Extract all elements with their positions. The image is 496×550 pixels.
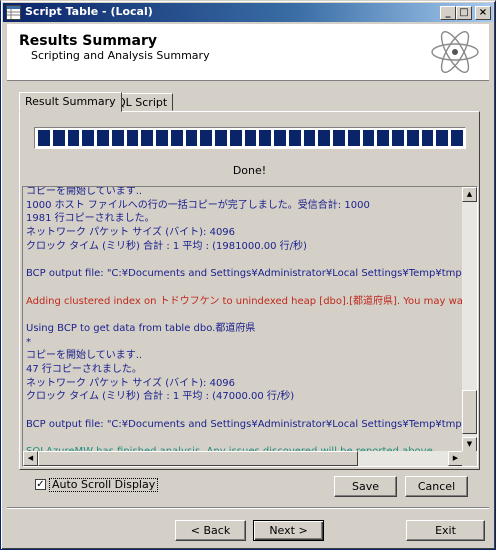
save-button[interactable]: Save bbox=[334, 476, 397, 497]
scroll-up-button[interactable]: ▲ bbox=[462, 187, 477, 202]
page-subtitle: Scripting and Analysis Summary bbox=[31, 49, 210, 62]
close-button[interactable]: × bbox=[475, 6, 491, 20]
log-line: 47 行コピーされました。 bbox=[26, 363, 142, 375]
title-bar[interactable]: Script Table - (Local) _ □ × bbox=[3, 3, 493, 22]
scroll-left-button[interactable]: ◀ bbox=[23, 451, 38, 466]
window-title: Script Table - (Local) bbox=[25, 5, 153, 18]
progress-segment bbox=[244, 130, 257, 146]
progress-segment bbox=[52, 130, 65, 146]
progress-segment bbox=[377, 130, 390, 146]
log-line: Using BCP to get data from table dbo.都道府… bbox=[26, 322, 256, 334]
scrollbar-corner bbox=[462, 451, 477, 466]
auto-scroll-checkbox[interactable]: ✓ bbox=[35, 479, 46, 490]
log-line: ネットワーク パケット サイズ (バイト): 4096 bbox=[26, 227, 236, 239]
horizontal-scrollbar[interactable]: ◀ ▶ bbox=[23, 451, 463, 466]
progress-segment bbox=[318, 130, 331, 146]
results-tabs: Result Summary SQL Script Done! コピーを開始して… bbox=[19, 92, 480, 470]
log-line: ネットワーク パケット サイズ (バイト): 4096 bbox=[26, 377, 236, 389]
horizontal-scroll-thumb[interactable] bbox=[38, 451, 358, 466]
progress-segment bbox=[170, 130, 183, 146]
log-line: クロック タイム (ミリ秒) 合計 : 1 平均 : (1981000.00 行… bbox=[26, 240, 307, 252]
auto-scroll-label[interactable]: Auto Scroll Display bbox=[49, 478, 159, 492]
progress-segment bbox=[229, 130, 242, 146]
progress-segment bbox=[303, 130, 316, 146]
progress-segment bbox=[362, 130, 375, 146]
log-text-area[interactable]: コピーを開始しています.. 1000 ホスト ファイルへの行の一括コピーが完了しま… bbox=[26, 186, 464, 451]
log-line: 1000 ホスト ファイルへの行の一括コピーが完了しました。受信合計: 1000 bbox=[26, 199, 370, 211]
progress-segment bbox=[67, 130, 80, 146]
log-line: BCP output file: "C:¥Documents and Setti… bbox=[26, 418, 464, 430]
app-icon bbox=[6, 5, 21, 20]
log-line: * bbox=[26, 336, 31, 348]
log-line: コピーを開始しています.. bbox=[26, 186, 143, 197]
log-line: クロック タイム (ミリ秒) 合計 : 1 平均 : (47000.00 行/秒… bbox=[26, 391, 295, 403]
progress-segment bbox=[436, 130, 449, 146]
back-button[interactable]: < Back bbox=[175, 520, 246, 541]
progress-segment bbox=[200, 130, 213, 146]
maximize-button[interactable]: □ bbox=[456, 6, 472, 20]
progress-segment bbox=[185, 130, 198, 146]
progress-segment bbox=[288, 130, 301, 146]
progress-segment bbox=[215, 130, 227, 146]
progress-segment bbox=[451, 130, 463, 146]
progress-segment bbox=[406, 130, 419, 146]
progress-bar bbox=[34, 127, 466, 149]
page-title: Results Summary bbox=[19, 33, 157, 49]
progress-segment bbox=[111, 130, 124, 146]
atom-logo-icon bbox=[431, 30, 479, 74]
progress-segment bbox=[421, 130, 434, 146]
vertical-scrollbar[interactable]: ▲ ▼ bbox=[462, 187, 477, 452]
next-button[interactable]: Next > bbox=[253, 520, 324, 541]
vertical-scroll-thumb[interactable] bbox=[462, 390, 477, 434]
progress-segment bbox=[259, 130, 272, 146]
log-line: 1981 行コピーされました。 bbox=[26, 213, 155, 225]
scroll-down-button[interactable]: ▼ bbox=[462, 437, 477, 452]
progress-segment bbox=[156, 130, 168, 146]
progress-bar-fill bbox=[37, 130, 463, 146]
progress-segment bbox=[392, 130, 404, 146]
progress-segment bbox=[333, 130, 345, 146]
result-summary-panel: Done! コピーを開始しています.. 1000 ホスト ファイルへの行の一括コピ… bbox=[19, 111, 480, 470]
progress-segment bbox=[126, 130, 139, 146]
tab-result-summary[interactable]: Result Summary bbox=[19, 92, 122, 112]
progress-segment bbox=[97, 130, 109, 146]
log-line: Adding clustered index on トドウフケン to unin… bbox=[26, 295, 464, 307]
wizard-header: Results Summary Scripting and Analysis S… bbox=[7, 24, 489, 81]
progress-segment bbox=[82, 130, 95, 146]
log-line: コピーを開始しています.. bbox=[26, 350, 143, 362]
progress-segment bbox=[274, 130, 286, 146]
progress-segment bbox=[38, 130, 50, 146]
exit-button[interactable]: Exit bbox=[406, 520, 485, 541]
status-label: Done! bbox=[232, 164, 267, 177]
cancel-button[interactable]: Cancel bbox=[405, 476, 468, 497]
footer-separator bbox=[7, 507, 489, 509]
log-output[interactable]: コピーを開始しています.. 1000 ホスト ファイルへの行の一括コピーが完了しま… bbox=[22, 186, 478, 467]
progress-segment bbox=[347, 130, 360, 146]
log-line: BCP output file: "C:¥Documents and Setti… bbox=[26, 268, 464, 280]
progress-segment bbox=[141, 130, 154, 146]
dialog-window: Script Table - (Local) _ □ × Results Sum… bbox=[0, 0, 496, 550]
scroll-right-button[interactable]: ▶ bbox=[448, 451, 463, 466]
minimize-button[interactable]: _ bbox=[440, 6, 456, 20]
